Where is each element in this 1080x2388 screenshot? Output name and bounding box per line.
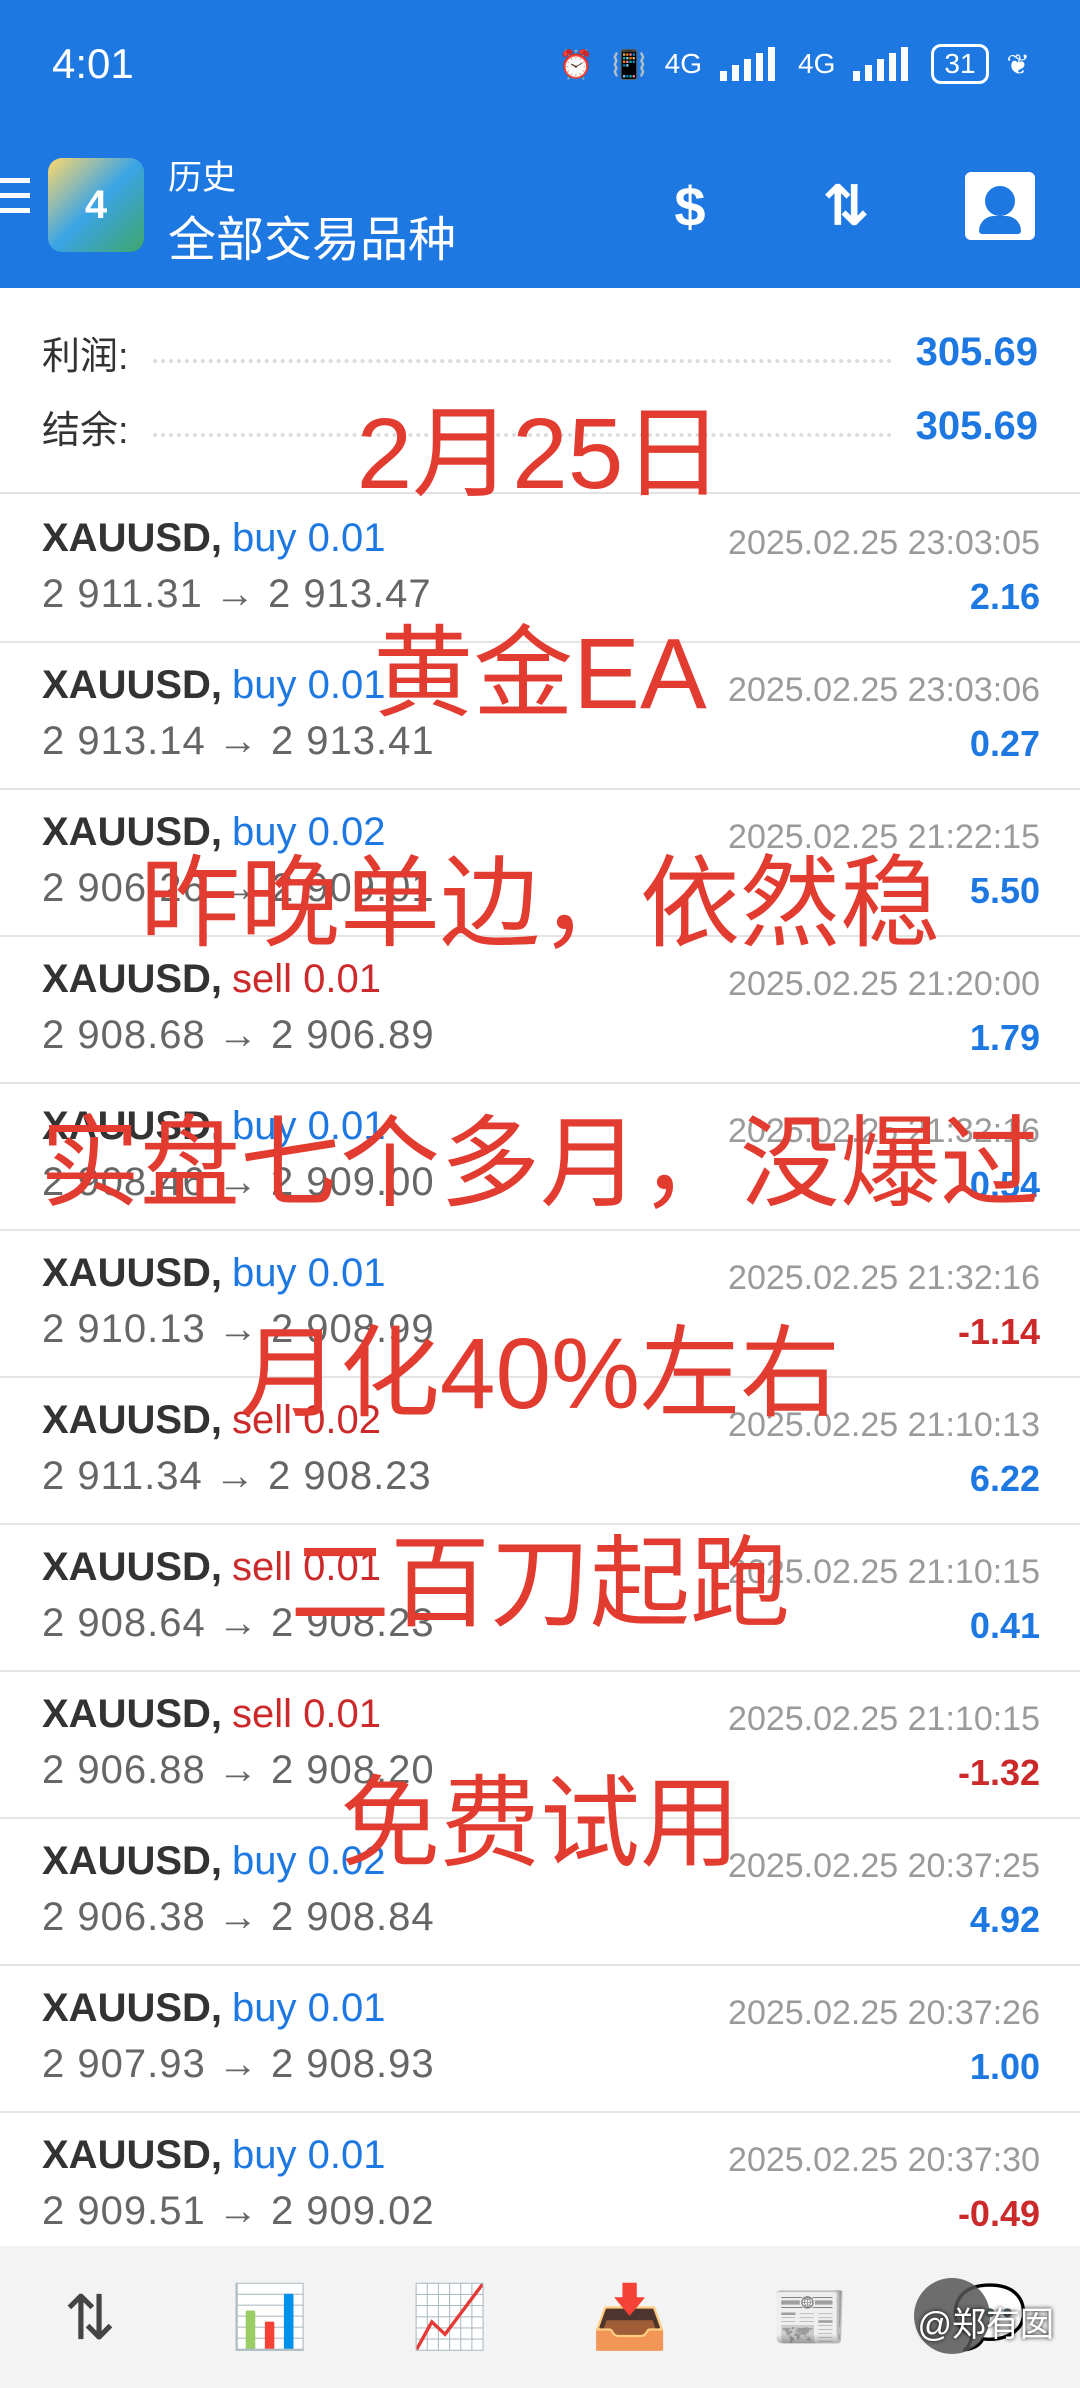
trade-profit: -0.49 bbox=[957, 2193, 1040, 2234]
chart-icon[interactable]: 📊 bbox=[210, 2267, 330, 2367]
close-price: 2 909.02 bbox=[270, 2189, 435, 2233]
arrow-icon: → bbox=[205, 1895, 271, 1939]
trade-symbol: XAUUSD, buy 0.01 bbox=[42, 2133, 386, 2177]
overlay-line-4: 实盘七个多月，没爆过 bbox=[40, 1108, 1040, 1220]
battery-indicator: 31 bbox=[931, 44, 989, 84]
signal-icon-2 bbox=[853, 47, 913, 81]
open-price: 2 908.68 bbox=[42, 1013, 206, 1057]
status-icons: ⏰ 📳 4G 4G 31 ❦ bbox=[559, 44, 1030, 84]
bottom-nav: ⇅ 📊 📈 📥 📰 💬 @郑有囡 bbox=[0, 2246, 1080, 2388]
trade-profit: 1.79 bbox=[969, 1017, 1040, 1058]
trade-prices: 2 908.68 → 2 906.89 bbox=[42, 1013, 435, 1058]
open-price: 2 909.51 bbox=[42, 2189, 206, 2233]
overlay-line-5: 月化40%左右 bbox=[239, 1318, 841, 1430]
trade-symbol: XAUUSD, buy 0.01 bbox=[42, 1251, 386, 1295]
trade-time: 2025.02.25 21:20:00 bbox=[728, 965, 1040, 1003]
trade-prices: 2 906.38 → 2 908.84 bbox=[42, 1895, 435, 1940]
trade-time: 2025.02.25 20:37:30 bbox=[728, 2141, 1040, 2179]
trade-prices: 2 909.51 → 2 909.02 bbox=[42, 2189, 435, 2234]
trade-type: sell 0.01 bbox=[232, 1692, 382, 1736]
dotted-divider bbox=[152, 341, 892, 363]
quotes-icon[interactable]: ⇅ bbox=[30, 2267, 150, 2367]
page-title: 历史 bbox=[168, 159, 236, 197]
vibrate-icon: 📳 bbox=[611, 48, 647, 80]
symbol-filter[interactable]: 全部交易品种 bbox=[168, 200, 456, 270]
trade-symbol: XAUUSD, buy 0.01 bbox=[42, 1986, 386, 2030]
history-icon[interactable]: 📥 bbox=[570, 2267, 690, 2367]
app-logo: 4 bbox=[48, 158, 144, 252]
menu-icon[interactable] bbox=[0, 178, 30, 214]
trade-icon[interactable]: 📈 bbox=[390, 2267, 510, 2367]
overlay-line-2: 黄金EA bbox=[373, 618, 707, 730]
status-time: 4:01 bbox=[52, 40, 134, 87]
overlay-line-1: 2月25日 bbox=[356, 398, 724, 510]
trade-time: 2025.02.25 21:10:15 bbox=[728, 1700, 1040, 1738]
watermark: @郑有囡 bbox=[917, 2306, 1054, 2344]
network-label-1: 4G bbox=[664, 48, 703, 79]
trade-type: buy 0.01 bbox=[232, 1251, 386, 1295]
leaf-icon: ❦ bbox=[1006, 48, 1030, 80]
network-label-2: 4G bbox=[798, 48, 836, 79]
news-icon[interactable]: 📰 bbox=[750, 2267, 870, 2367]
trade-symbol: XAUUSD, buy 0.01 bbox=[42, 516, 386, 560]
close-price: 2 908.84 bbox=[270, 1895, 435, 1939]
open-price: 2 907.93 bbox=[42, 2042, 206, 2086]
trade-symbol: XAUUSD, sell 0.01 bbox=[42, 1692, 382, 1736]
arrow-icon: → bbox=[205, 1013, 271, 1057]
trade-prices: 2 907.93 → 2 908.93 bbox=[42, 2042, 435, 2087]
sort-icon[interactable]: ⇅ bbox=[808, 168, 884, 244]
overlay-line-6: 二百刀起跑 bbox=[290, 1528, 790, 1640]
trade-type: buy 0.01 bbox=[232, 1986, 386, 2030]
account-icon[interactable] bbox=[965, 172, 1035, 240]
trade-type: buy 0.01 bbox=[232, 2133, 386, 2177]
overlay-line-7: 免费试用 bbox=[340, 1768, 740, 1880]
arrow-icon: → bbox=[205, 2042, 271, 2086]
trade-prices: 2 911.34 → 2 908.23 bbox=[42, 1454, 432, 1499]
overlay-line-3: 昨晚单边，依然稳 bbox=[140, 848, 940, 960]
alarm-icon: ⏰ bbox=[558, 48, 594, 80]
close-price: 2 908.23 bbox=[267, 1454, 432, 1498]
trade-profit: 6.22 bbox=[969, 1458, 1040, 1499]
trade-row[interactable]: XAUUSD, buy 0.01 2 907.93 → 2 908.93 2025.0… bbox=[0, 1964, 1080, 2113]
trade-profit: 1.00 bbox=[969, 2046, 1040, 2087]
trade-type: buy 0.01 bbox=[232, 516, 386, 560]
open-price: 2 906.38 bbox=[42, 1895, 206, 1939]
deposit-withdraw-icon[interactable]: $ bbox=[652, 168, 728, 244]
arrow-icon: → bbox=[202, 1454, 268, 1498]
app-header: 4:01 ⏰ 📳 4G 4G 31 ❦ 4 历史 全部交易品种 $ ⇅ bbox=[0, 0, 1080, 288]
arrow-icon: → bbox=[205, 2189, 271, 2233]
trade-row[interactable]: XAUUSD, buy 0.01 2 909.51 → 2 909.02 2025.0… bbox=[0, 2111, 1080, 2260]
profit-value: 305.69 bbox=[915, 329, 1038, 374]
signal-icon bbox=[720, 47, 780, 81]
trade-profit: 4.92 bbox=[969, 1899, 1040, 1940]
trade-time: 2025.02.25 20:37:26 bbox=[728, 1994, 1040, 2032]
trade-time: 2025.02.25 23:03:05 bbox=[728, 524, 1040, 562]
close-price: 2 908.93 bbox=[270, 2042, 435, 2086]
close-price: 2 906.89 bbox=[270, 1013, 435, 1057]
open-price: 2 911.34 bbox=[42, 1454, 203, 1498]
